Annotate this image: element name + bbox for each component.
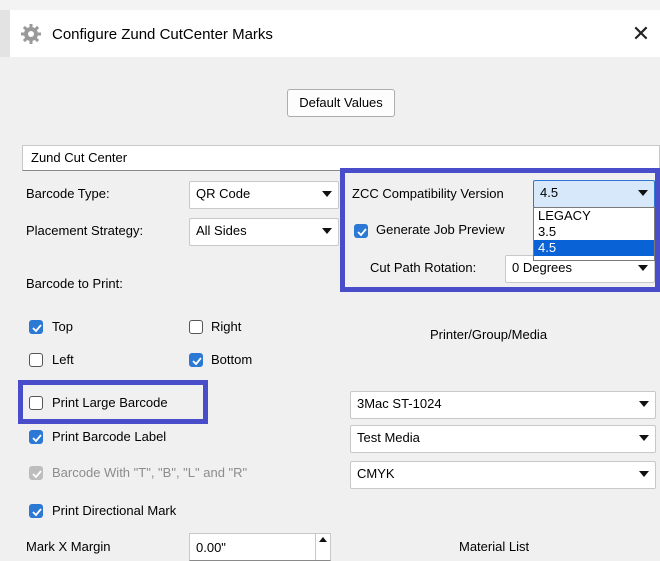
zcc-version-dropdown-list[interactable]: LEGACY 3.5 4.5 [533,207,655,261]
chevron-down-icon [638,265,648,271]
left-edge-strip [0,10,10,57]
print-barcode-label-label: Print Barcode Label [52,429,167,444]
material-list-label: Material List [459,539,530,554]
check-icon [32,508,42,517]
barcode-type-label: Barcode Type: [26,186,110,201]
chevron-down-icon [639,401,649,407]
generate-job-preview-label: Generate Job Preview [376,222,505,237]
bottom-label: Bottom [211,352,253,367]
mark-x-margin-input[interactable]: 0.00" [189,533,331,561]
print-directional-mark-checkbox[interactable] [29,504,43,518]
printer-select[interactable]: 3Mac ST-1024 [350,391,656,419]
barcode-type-select[interactable]: QR Code [189,181,339,209]
check-icon [357,228,367,237]
printer-group-media-label: Printer/Group/Media [430,327,548,342]
print-large-barcode-label: Print Large Barcode [52,395,168,410]
chevron-up-icon[interactable] [316,534,330,546]
placement-strategy-label: Placement Strategy: [26,223,144,238]
check-icon [32,324,42,333]
cut-path-rotation-value: 0 Degrees [512,260,572,275]
barcode-with-trbl-label: Barcode With "T", "B", "L" and "R" [52,465,248,480]
zcc-version-value: 4.5 [540,185,559,200]
mark-x-margin-value: 0.00" [196,540,226,555]
default-values-button[interactable]: Default Values [287,89,395,117]
mark-x-margin-spinner[interactable] [315,534,330,560]
window-title: Configure Zund CutCenter Marks [52,26,273,43]
print-large-barcode-checkbox[interactable] [29,396,43,410]
chevron-down-icon [639,471,649,477]
bottom-checkbox[interactable] [189,353,203,367]
barcode-to-print-label: Barcode to Print: [26,276,123,291]
title-bar: Configure Zund CutCenter Marks ✕ [0,10,660,57]
top-checkbox[interactable] [29,320,43,334]
mark-x-margin-label: Mark X Margin [26,539,111,554]
color-mode-select[interactable]: CMYK [350,461,656,489]
media-select[interactable]: Test Media [350,425,656,453]
background-window-strip [0,0,660,10]
left-checkbox[interactable] [29,353,43,367]
zcc-option-legacy[interactable]: LEGACY [534,208,654,224]
zcc-option-3-5[interactable]: 3.5 [534,224,654,240]
zcc-version-select[interactable]: 4.5 [533,180,655,208]
name-field-value: Zund Cut Center [31,150,128,165]
generate-job-preview-checkbox[interactable] [354,224,368,238]
chevron-down-icon [638,190,648,196]
barcode-type-value: QR Code [196,186,251,201]
check-icon [32,470,42,479]
zcc-version-label: ZCC Compatibility Version [352,186,504,201]
chevron-down-icon [322,228,332,234]
top-label: Top [52,319,73,334]
placement-strategy-value: All Sides [196,223,247,238]
media-value: Test Media [357,430,420,445]
check-icon [192,357,202,366]
right-checkbox[interactable] [189,320,203,334]
barcode-with-trbl-checkbox [29,466,43,480]
zcc-option-4-5[interactable]: 4.5 [534,240,654,256]
chevron-down-icon [322,191,332,197]
right-label: Right [211,319,242,334]
placement-strategy-select[interactable]: All Sides [189,218,339,246]
check-icon [32,434,42,443]
print-barcode-label-checkbox[interactable] [29,430,43,444]
print-directional-mark-label: Print Directional Mark [52,503,177,518]
gear-icon [21,24,41,44]
printer-value: 3Mac ST-1024 [357,396,442,411]
close-icon[interactable]: ✕ [627,19,655,49]
cut-path-rotation-label: Cut Path Rotation: [370,260,477,275]
color-mode-value: CMYK [357,466,395,481]
chevron-down-icon [639,435,649,441]
left-label: Left [52,352,74,367]
